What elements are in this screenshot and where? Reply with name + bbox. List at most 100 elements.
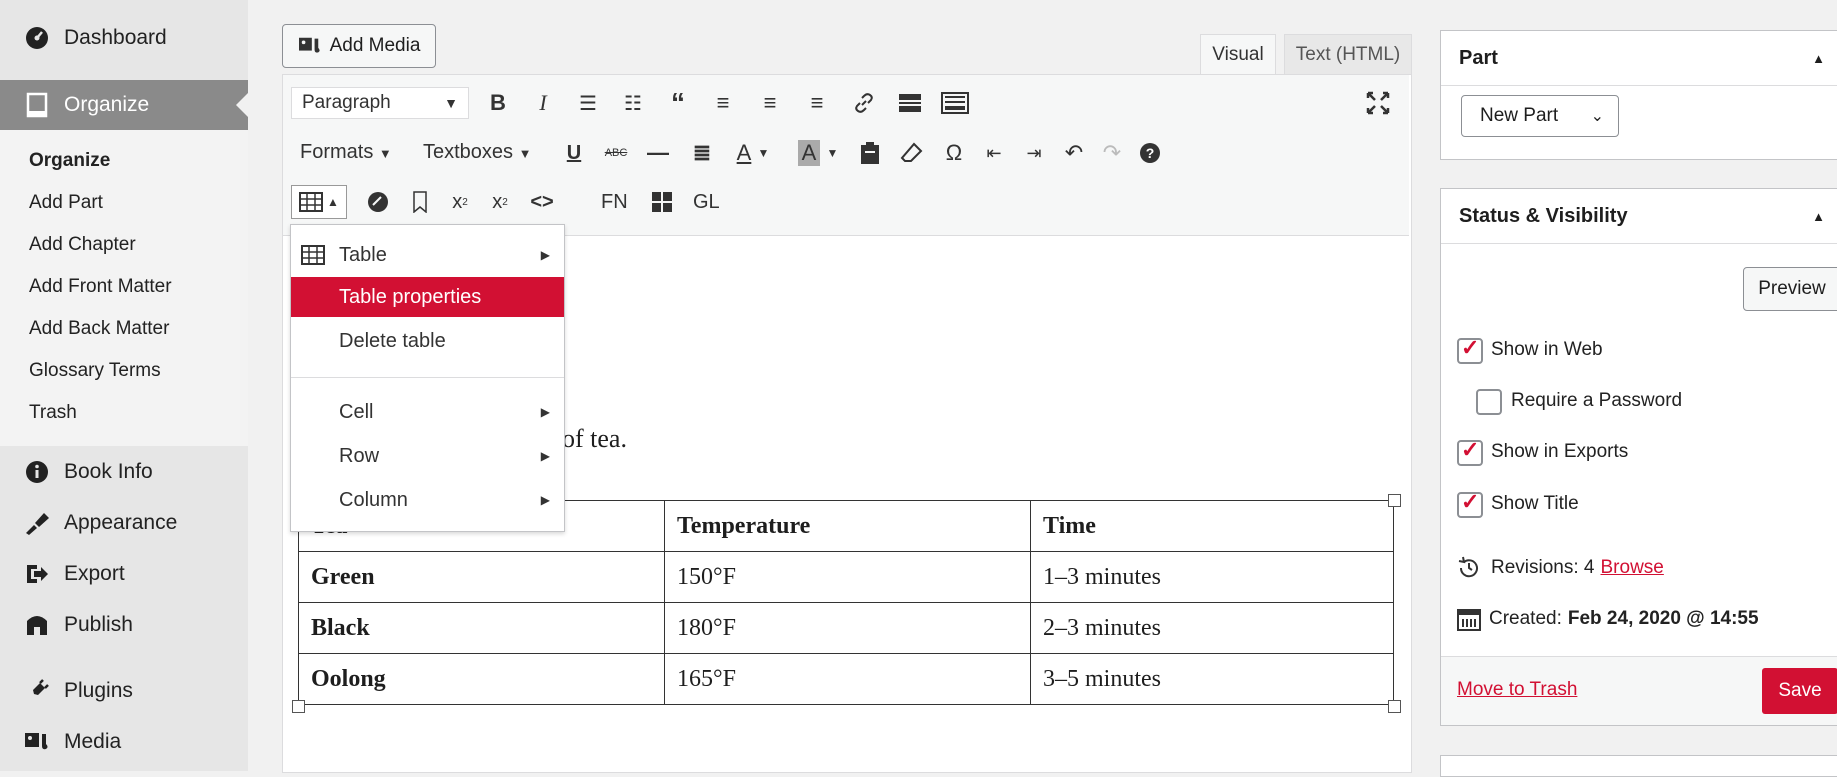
horizontal-line-icon[interactable]: —: [645, 137, 671, 169]
resize-handle[interactable]: [1388, 700, 1401, 713]
menu-plugins[interactable]: Plugins: [0, 666, 248, 716]
fullscreen-icon[interactable]: [1363, 87, 1393, 119]
table-cell[interactable]: 165°F: [664, 653, 1031, 705]
strikethrough-button[interactable]: ABC: [601, 137, 631, 169]
table-cell[interactable]: 2–3 minutes: [1030, 602, 1394, 654]
content-paragraph[interactable]: of tea.: [562, 424, 627, 454]
bullet-list-icon[interactable]: ☰: [573, 87, 603, 119]
media-icon: [22, 730, 52, 754]
help-icon[interactable]: ?: [1135, 137, 1165, 169]
toolbar-toggle-icon[interactable]: [939, 87, 971, 119]
resize-handle[interactable]: [1388, 494, 1401, 507]
footnote-button[interactable]: FN: [601, 191, 628, 214]
show-title-checkbox[interactable]: [1457, 489, 1483, 518]
table-menu-item-row[interactable]: Row ▶: [291, 436, 564, 476]
blockquote-icon[interactable]: “: [663, 87, 693, 119]
subscript-button[interactable]: x2: [485, 186, 515, 218]
justify-icon[interactable]: ≣: [687, 137, 717, 169]
code-icon[interactable]: <>: [527, 186, 557, 218]
browse-revisions-link[interactable]: Browse: [1601, 557, 1664, 579]
glossary-icon[interactable]: [363, 186, 393, 218]
tab-visual[interactable]: Visual: [1200, 34, 1276, 75]
table-menu-item-cell[interactable]: Cell ▶: [291, 392, 564, 432]
undo-icon[interactable]: ↶: [1059, 137, 1089, 169]
table-menu-item-delete-table[interactable]: Delete table: [291, 321, 564, 361]
table-row[interactable]: Black 180°F 2–3 minutes: [298, 602, 1394, 654]
table-cell[interactable]: Black: [298, 602, 665, 654]
menu-organize[interactable]: Organize: [0, 80, 248, 130]
menu-media[interactable]: Media: [0, 717, 248, 767]
part-select[interactable]: New Part ⌄: [1461, 95, 1619, 137]
indent-icon[interactable]: ⇥: [1019, 137, 1049, 169]
italic-button[interactable]: I: [528, 87, 558, 119]
superscript-button[interactable]: x2: [445, 186, 475, 218]
submenu-add-chapter[interactable]: Add Chapter: [29, 234, 136, 256]
align-right-icon[interactable]: ≡: [802, 87, 832, 119]
outdent-icon[interactable]: ⇤: [979, 137, 1009, 169]
grid-icon[interactable]: [647, 186, 677, 218]
background-color-button[interactable]: A ▼: [793, 137, 843, 169]
status-panel-header[interactable]: Status & Visibility ▲: [1441, 189, 1837, 244]
add-media-button[interactable]: Add Media: [282, 24, 436, 68]
collapse-arrow-icon[interactable]: ▲: [1812, 209, 1825, 224]
table-cell[interactable]: Oolong: [298, 653, 665, 705]
menu-book-info[interactable]: Book Info: [0, 447, 248, 497]
menu-appearance[interactable]: Appearance: [0, 498, 248, 548]
table-cell[interactable]: Time: [1030, 500, 1394, 552]
table-cell[interactable]: 1–3 minutes: [1030, 551, 1394, 603]
format-select[interactable]: Paragraph ▼: [291, 87, 469, 119]
menu-export[interactable]: Export: [0, 549, 248, 599]
menu-publish[interactable]: Publish: [0, 600, 248, 650]
submenu-trash[interactable]: Trash: [29, 402, 77, 424]
move-to-trash-link[interactable]: Move to Trash: [1457, 679, 1577, 701]
table-menu-item-table[interactable]: Table ▶: [291, 235, 564, 275]
special-character-icon[interactable]: Ω: [939, 137, 969, 169]
dropdown-arrow-icon: ▲: [327, 195, 339, 209]
table-row[interactable]: Oolong 165°F 3–5 minutes: [298, 653, 1394, 705]
paste-text-icon[interactable]: [855, 137, 885, 169]
read-more-icon[interactable]: [895, 87, 925, 119]
submenu-glossary-terms[interactable]: Glossary Terms: [29, 360, 161, 382]
numbered-list-icon[interactable]: ☷: [618, 87, 648, 119]
chevron-down-icon: ⌄: [1590, 108, 1604, 125]
show-in-web-checkbox[interactable]: [1457, 335, 1483, 364]
submenu-add-back-matter[interactable]: Add Back Matter: [29, 318, 169, 340]
resize-handle[interactable]: [292, 700, 305, 713]
link-icon[interactable]: [849, 87, 879, 119]
table-cell[interactable]: Temperature: [664, 500, 1031, 552]
redo-icon[interactable]: ↷: [1097, 137, 1127, 169]
submenu-add-part[interactable]: Add Part: [29, 192, 103, 214]
text-color-button[interactable]: A ▼: [731, 137, 775, 169]
require-password-checkbox[interactable]: [1476, 389, 1502, 415]
show-title-label: Show Title: [1491, 493, 1579, 514]
table-row[interactable]: Green 150°F 1–3 minutes: [298, 551, 1394, 603]
table-button[interactable]: ▲: [291, 185, 347, 219]
part-panel-header[interactable]: Part ▲: [1441, 31, 1837, 86]
submenu-add-front-matter[interactable]: Add Front Matter: [29, 276, 172, 298]
save-button[interactable]: Save: [1762, 668, 1837, 714]
table-menu: Table ▶ Table properties Delete table Ce…: [290, 224, 565, 532]
table-menu-item-table-properties[interactable]: Table properties: [291, 277, 564, 317]
show-in-exports-checkbox[interactable]: [1457, 437, 1483, 466]
bold-button[interactable]: B: [483, 87, 513, 119]
align-left-icon[interactable]: ≡: [708, 87, 738, 119]
table-cell[interactable]: 180°F: [664, 602, 1031, 654]
preview-button[interactable]: Preview: [1743, 267, 1837, 311]
table-cell[interactable]: 3–5 minutes: [1030, 653, 1394, 705]
dropdown-arrow-icon: ▼: [757, 146, 770, 160]
collapse-arrow-icon[interactable]: ▲: [1812, 51, 1825, 66]
table-cell[interactable]: 150°F: [664, 551, 1031, 603]
formats-dropdown[interactable]: Formats ▼: [300, 141, 392, 164]
submenu-organize[interactable]: Organize: [29, 150, 110, 172]
table-menu-item-column[interactable]: Column ▶: [291, 480, 564, 520]
table-cell[interactable]: Green: [298, 551, 665, 603]
underline-button[interactable]: U: [561, 137, 587, 169]
glossary-term-button[interactable]: GL: [693, 191, 720, 214]
tab-text-html[interactable]: Text (HTML): [1284, 34, 1412, 75]
menu-dashboard[interactable]: Dashboard: [0, 13, 248, 63]
align-center-icon[interactable]: ≡: [755, 87, 785, 119]
clear-formatting-icon[interactable]: [897, 137, 927, 169]
textboxes-dropdown[interactable]: Textboxes ▼: [423, 141, 532, 164]
bookmark-icon[interactable]: [405, 186, 435, 218]
next-panel: [1440, 755, 1837, 777]
